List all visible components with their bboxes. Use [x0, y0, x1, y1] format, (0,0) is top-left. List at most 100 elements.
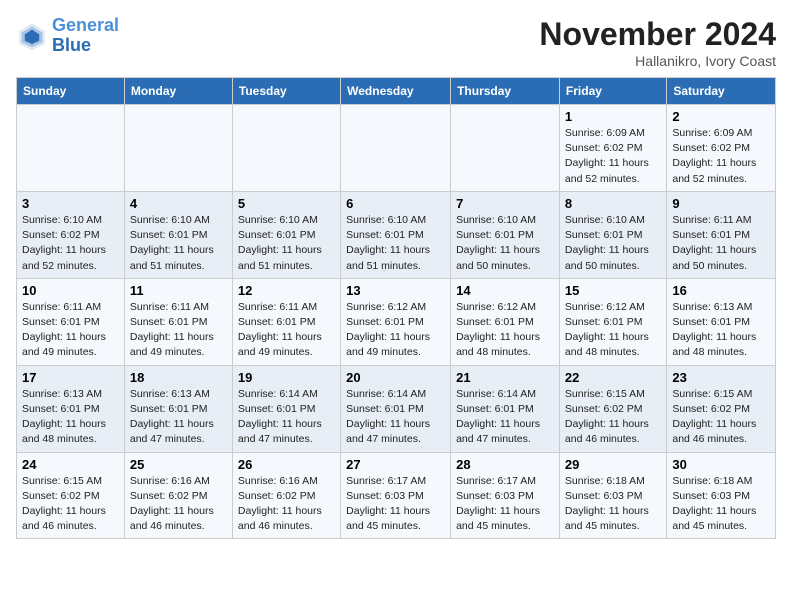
day-info: Sunrise: 6:14 AM Sunset: 6:01 PM Dayligh… [456, 387, 554, 448]
day-number: 21 [456, 370, 554, 385]
day-number: 4 [130, 196, 227, 211]
day-info: Sunrise: 6:11 AM Sunset: 6:01 PM Dayligh… [22, 300, 119, 361]
day-info: Sunrise: 6:17 AM Sunset: 6:03 PM Dayligh… [456, 474, 554, 535]
day-number: 6 [346, 196, 445, 211]
day-info: Sunrise: 6:15 AM Sunset: 6:02 PM Dayligh… [22, 474, 119, 535]
day-number: 20 [346, 370, 445, 385]
calendar-cell: 7 Sunrise: 6:10 AM Sunset: 6:01 PM Daylig… [451, 191, 560, 278]
day-number: 12 [238, 283, 335, 298]
weekday-header: Wednesday [341, 78, 451, 105]
day-info: Sunrise: 6:15 AM Sunset: 6:02 PM Dayligh… [672, 387, 770, 448]
day-info: Sunrise: 6:14 AM Sunset: 6:01 PM Dayligh… [238, 387, 335, 448]
calendar-cell: 12 Sunrise: 6:11 AM Sunset: 6:01 PM Dayli… [232, 278, 340, 365]
calendar-cell: 4 Sunrise: 6:10 AM Sunset: 6:01 PM Daylig… [124, 191, 232, 278]
calendar-week-row: 17Sunrise: 6:13 AM Sunset: 6:01 PM Dayli… [17, 365, 776, 452]
calendar-cell: 21 Sunrise: 6:14 AM Sunset: 6:01 PM Dayli… [451, 365, 560, 452]
title-block: November 2024 Hallanikro, Ivory Coast [539, 16, 776, 69]
weekday-header: Saturday [667, 78, 776, 105]
weekday-row: SundayMondayTuesdayWednesdayThursdayFrid… [17, 78, 776, 105]
day-info: Sunrise: 6:09 AM Sunset: 6:02 PM Dayligh… [672, 126, 770, 187]
weekday-header: Thursday [451, 78, 560, 105]
day-number: 14 [456, 283, 554, 298]
calendar-cell: 1 Sunrise: 6:09 AM Sunset: 6:02 PM Daylig… [559, 105, 666, 192]
day-info: Sunrise: 6:16 AM Sunset: 6:02 PM Dayligh… [130, 474, 227, 535]
day-number: 8 [565, 196, 661, 211]
calendar-cell: 5Sunrise: 6:10 AM Sunset: 6:01 PM Daylig… [232, 191, 340, 278]
calendar-cell: 10 Sunrise: 6:11 AM Sunset: 6:01 PM Dayli… [17, 278, 125, 365]
logo-line1: General [52, 15, 119, 35]
day-info: Sunrise: 6:09 AM Sunset: 6:02 PM Dayligh… [565, 126, 661, 187]
calendar-week-row: 1 Sunrise: 6:09 AM Sunset: 6:02 PM Daylig… [17, 105, 776, 192]
month-title: November 2024 [539, 16, 776, 53]
day-number: 15 [565, 283, 661, 298]
day-number: 1 [565, 109, 661, 124]
calendar-week-row: 24Sunrise: 6:15 AM Sunset: 6:02 PM Dayli… [17, 452, 776, 539]
day-info: Sunrise: 6:16 AM Sunset: 6:02 PM Dayligh… [238, 474, 335, 535]
day-info: Sunrise: 6:14 AM Sunset: 6:01 PM Dayligh… [346, 387, 445, 448]
calendar-cell: 9Sunrise: 6:11 AM Sunset: 6:01 PM Daylig… [667, 191, 776, 278]
day-number: 26 [238, 457, 335, 472]
calendar-cell: 27 Sunrise: 6:17 AM Sunset: 6:03 PM Dayli… [341, 452, 451, 539]
calendar-cell: 14Sunrise: 6:12 AM Sunset: 6:01 PM Dayli… [451, 278, 560, 365]
day-number: 13 [346, 283, 445, 298]
day-info: Sunrise: 6:12 AM Sunset: 6:01 PM Dayligh… [565, 300, 661, 361]
day-number: 30 [672, 457, 770, 472]
calendar-cell: 16 Sunrise: 6:13 AM Sunset: 6:01 PM Dayli… [667, 278, 776, 365]
weekday-header: Sunday [17, 78, 125, 105]
calendar-cell: 19Sunrise: 6:14 AM Sunset: 6:01 PM Dayli… [232, 365, 340, 452]
calendar-cell [341, 105, 451, 192]
day-info: Sunrise: 6:15 AM Sunset: 6:02 PM Dayligh… [565, 387, 661, 448]
calendar-cell [124, 105, 232, 192]
calendar-cell: 25 Sunrise: 6:16 AM Sunset: 6:02 PM Dayli… [124, 452, 232, 539]
day-number: 16 [672, 283, 770, 298]
calendar-cell: 13 Sunrise: 6:12 AM Sunset: 6:01 PM Dayli… [341, 278, 451, 365]
day-info: Sunrise: 6:17 AM Sunset: 6:03 PM Dayligh… [346, 474, 445, 535]
day-number: 10 [22, 283, 119, 298]
day-number: 11 [130, 283, 227, 298]
day-info: Sunrise: 6:10 AM Sunset: 6:01 PM Dayligh… [130, 213, 227, 274]
calendar-cell: 17Sunrise: 6:13 AM Sunset: 6:01 PM Dayli… [17, 365, 125, 452]
calendar-week-row: 10 Sunrise: 6:11 AM Sunset: 6:01 PM Dayli… [17, 278, 776, 365]
logo-icon [16, 20, 48, 52]
day-number: 17 [22, 370, 119, 385]
weekday-header: Friday [559, 78, 666, 105]
calendar-header: SundayMondayTuesdayWednesdayThursdayFrid… [17, 78, 776, 105]
logo: General Blue [16, 16, 119, 56]
day-info: Sunrise: 6:10 AM Sunset: 6:01 PM Dayligh… [565, 213, 661, 274]
calendar-cell: 11 Sunrise: 6:11 AM Sunset: 6:01 PM Dayli… [124, 278, 232, 365]
calendar-cell [232, 105, 340, 192]
calendar-cell: 3Sunrise: 6:10 AM Sunset: 6:02 PM Daylig… [17, 191, 125, 278]
calendar-cell: 29Sunrise: 6:18 AM Sunset: 6:03 PM Dayli… [559, 452, 666, 539]
day-number: 27 [346, 457, 445, 472]
day-number: 2 [672, 109, 770, 124]
day-info: Sunrise: 6:12 AM Sunset: 6:01 PM Dayligh… [346, 300, 445, 361]
day-info: Sunrise: 6:18 AM Sunset: 6:03 PM Dayligh… [565, 474, 661, 535]
day-info: Sunrise: 6:11 AM Sunset: 6:01 PM Dayligh… [130, 300, 227, 361]
day-number: 23 [672, 370, 770, 385]
calendar-week-row: 3Sunrise: 6:10 AM Sunset: 6:02 PM Daylig… [17, 191, 776, 278]
calendar-cell: 28 Sunrise: 6:17 AM Sunset: 6:03 PM Dayli… [451, 452, 560, 539]
calendar-table: SundayMondayTuesdayWednesdayThursdayFrid… [16, 77, 776, 539]
calendar-cell: 30 Sunrise: 6:18 AM Sunset: 6:03 PM Dayli… [667, 452, 776, 539]
logo-text: General Blue [52, 16, 119, 56]
day-info: Sunrise: 6:13 AM Sunset: 6:01 PM Dayligh… [672, 300, 770, 361]
location: Hallanikro, Ivory Coast [539, 53, 776, 69]
day-info: Sunrise: 6:11 AM Sunset: 6:01 PM Dayligh… [238, 300, 335, 361]
day-number: 28 [456, 457, 554, 472]
day-number: 25 [130, 457, 227, 472]
calendar-cell: 6Sunrise: 6:10 AM Sunset: 6:01 PM Daylig… [341, 191, 451, 278]
day-number: 9 [672, 196, 770, 211]
day-number: 5 [238, 196, 335, 211]
calendar-cell [451, 105, 560, 192]
day-info: Sunrise: 6:18 AM Sunset: 6:03 PM Dayligh… [672, 474, 770, 535]
calendar-cell: 18Sunrise: 6:13 AM Sunset: 6:01 PM Dayli… [124, 365, 232, 452]
day-number: 18 [130, 370, 227, 385]
weekday-header: Monday [124, 78, 232, 105]
day-info: Sunrise: 6:10 AM Sunset: 6:01 PM Dayligh… [456, 213, 554, 274]
calendar-cell: 15 Sunrise: 6:12 AM Sunset: 6:01 PM Dayli… [559, 278, 666, 365]
calendar-cell: 20 Sunrise: 6:14 AM Sunset: 6:01 PM Dayli… [341, 365, 451, 452]
day-number: 7 [456, 196, 554, 211]
calendar-cell: 22Sunrise: 6:15 AM Sunset: 6:02 PM Dayli… [559, 365, 666, 452]
calendar-cell: 8 Sunrise: 6:10 AM Sunset: 6:01 PM Daylig… [559, 191, 666, 278]
calendar-cell: 24Sunrise: 6:15 AM Sunset: 6:02 PM Dayli… [17, 452, 125, 539]
